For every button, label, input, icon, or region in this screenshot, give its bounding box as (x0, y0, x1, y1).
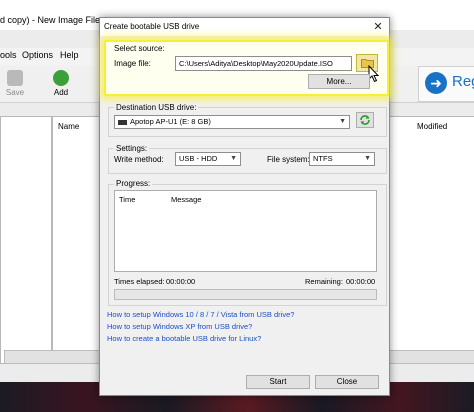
start-button[interactable]: Start (246, 375, 310, 389)
add-tool-label: Add (53, 88, 69, 97)
save-icon (7, 70, 23, 86)
destination-label: Destination USB drive: (114, 103, 199, 112)
column-time: Time (119, 195, 136, 204)
save-tool-label: Save (5, 88, 25, 97)
menu-tools[interactable]: ools (0, 50, 17, 60)
progress-label: Progress: (114, 179, 153, 188)
column-modified[interactable]: Modified (417, 122, 447, 131)
arrow-right-icon: ➜ (425, 72, 447, 94)
menu-help[interactable]: Help (60, 50, 79, 60)
usb-drive-icon (118, 119, 127, 125)
progress-bar (114, 289, 377, 300)
register-button[interactable]: ➜ Reg (418, 66, 474, 102)
create-bootable-usb-dialog: Create bootable USB drive ✕ Select sourc… (99, 17, 390, 396)
close-icon[interactable]: ✕ (370, 19, 386, 35)
help-link-windows-xp[interactable]: How to setup Windows XP from USB drive? (107, 322, 252, 331)
background-tree-pane (0, 116, 52, 364)
write-method-value: USB - HDD (179, 154, 218, 163)
progress-log-list[interactable]: Time Message (114, 190, 377, 272)
add-icon (53, 70, 69, 86)
write-method-select[interactable]: USB - HDD ▼ (175, 152, 241, 166)
more-button[interactable]: More... (308, 74, 370, 89)
background-window-title: d copy) - New Image File (0, 15, 101, 25)
destination-drive-value: Apotop AP-U1 (E: 8 GB) (130, 117, 211, 126)
elapsed-value: 00:00:00 (166, 277, 196, 286)
file-system-label: File system: (267, 155, 310, 164)
refresh-drives-button[interactable] (356, 112, 374, 128)
help-link-linux[interactable]: How to create a bootable USB drive for L… (107, 334, 261, 343)
dialog-titlebar: Create bootable USB drive ✕ (100, 18, 389, 36)
destination-drive-select[interactable]: Apotop AP-U1 (E: 8 GB) ▼ (114, 115, 350, 129)
settings-label: Settings: (114, 144, 150, 153)
column-message: Message (171, 195, 202, 204)
menu-options[interactable]: Options (22, 50, 53, 60)
chevron-down-icon: ▼ (230, 155, 237, 162)
refresh-icon (360, 115, 370, 125)
write-method-label: Write method: (114, 155, 164, 164)
chevron-down-icon: ▼ (339, 118, 346, 125)
close-button[interactable]: Close (315, 375, 379, 389)
register-label: Reg (452, 73, 474, 90)
dialog-title: Create bootable USB drive (104, 22, 200, 31)
chevron-down-icon: ▼ (364, 155, 371, 162)
column-name[interactable]: Name (58, 122, 79, 131)
file-system-select[interactable]: NTFS ▼ (309, 152, 375, 166)
add-tool-button[interactable]: Add (48, 70, 74, 97)
remaining-label: Remaining: (305, 277, 343, 286)
save-tool-button[interactable]: Save (2, 70, 28, 97)
select-source-label: Select source: (114, 44, 165, 53)
file-system-value: NTFS (313, 154, 333, 163)
elapsed-label: Times elapsed: (114, 277, 165, 286)
image-file-path-field[interactable]: C:\Users\Aditya\Desktop\May2020Update.IS… (175, 56, 352, 71)
help-link-windows-10[interactable]: How to setup Windows 10 / 8 / 7 / Vista … (107, 310, 294, 319)
image-file-label: Image file: (114, 59, 151, 68)
remaining-value: 00:00:00 (346, 277, 376, 286)
